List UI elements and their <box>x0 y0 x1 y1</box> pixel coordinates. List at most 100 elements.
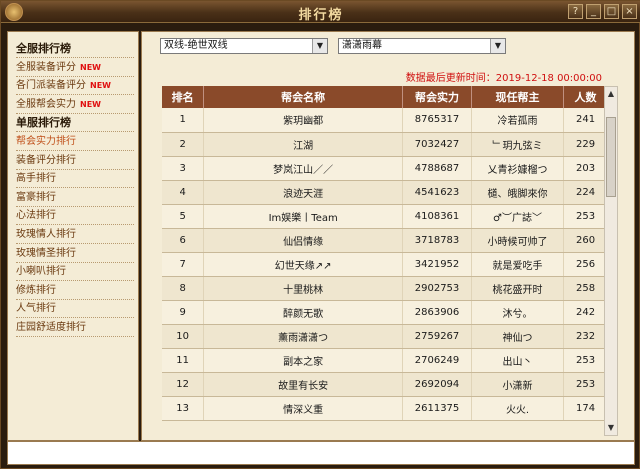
table-cell: 229 <box>563 132 608 157</box>
sidebar-item[interactable]: 小喇叭排行 <box>16 263 134 282</box>
table-row[interactable]: 11 副本之家 2706249 出山丶 253 <box>162 348 608 373</box>
sidebar-item-label: 心法排行 <box>16 210 56 222</box>
server-group-select[interactable]: 双线-绝世双线 ▼ <box>160 38 328 54</box>
new-badge: NEW <box>90 81 111 91</box>
chevron-down-icon[interactable]: ▼ <box>490 39 505 53</box>
chevron-down-icon[interactable]: ▼ <box>312 39 327 53</box>
sidebar-item-label: 高手排行 <box>16 173 56 185</box>
table-cell: 2706249 <box>402 348 473 373</box>
sidebar-item-label: 玫瑰情圣排行 <box>16 247 76 259</box>
restore-button[interactable]: □ <box>604 4 619 19</box>
table-row[interactable]: 5 Im娱樂丨Team 4108361 ♂︶广誌﹀ 253 <box>162 204 608 229</box>
table-row[interactable]: 13 情深义重 2611375 火火. 174 <box>162 396 608 421</box>
table-row[interactable]: 1 紫玥幽都 8765317 冷若孤雨 241 <box>162 108 608 133</box>
table-cell: 4788687 <box>402 156 473 181</box>
table-cell: 2759267 <box>402 324 473 349</box>
table-cell: 2902753 <box>402 276 473 301</box>
table-header-row: 排名 帮会名称 帮会实力 现任帮主 人数 <box>162 86 608 108</box>
scroll-thumb[interactable] <box>606 117 616 197</box>
title-bar: 排行榜 ? _ □ × <box>1 1 640 23</box>
table-cell: 1 <box>162 108 205 133</box>
table-cell: 出山丶 <box>471 348 565 373</box>
sidebar-item-label: 富豪排行 <box>16 191 56 203</box>
sidebar-item[interactable]: 人气排行 <box>16 300 134 319</box>
sidebar-item[interactable]: 全服帮会实力 NEW <box>16 96 134 114</box>
table-cell: 2611375 <box>402 396 473 421</box>
table-cell: 224 <box>563 180 608 205</box>
table-cell: 12 <box>162 372 205 397</box>
table-cell: 8765317 <box>402 108 473 133</box>
table-cell: 253 <box>563 348 608 373</box>
column-header[interactable]: 帮会名称 <box>203 86 404 108</box>
new-badge: NEW <box>80 99 101 109</box>
help-button[interactable]: ? <box>568 4 583 19</box>
table-row[interactable]: 12 故里有长安 2692094 小潇新 253 <box>162 372 608 397</box>
table-cell: 桃花盛开时 <box>471 276 565 301</box>
table-cell: 11 <box>162 348 205 373</box>
table-row[interactable]: 9 醉颜无歌 2863906 沐兮。 242 <box>162 300 608 325</box>
table-cell: 梦岚江山／／ <box>203 156 404 181</box>
sidebar-item-label: 单服排行榜 <box>16 116 71 130</box>
column-header[interactable]: 人数 <box>563 86 608 108</box>
table-row[interactable]: 10 薰雨潇潇つ 2759267 神仙つ 232 <box>162 324 608 349</box>
table-cell: 2 <box>162 132 205 157</box>
table-cell: 8 <box>162 276 205 301</box>
sidebar-item: 全服排行榜 <box>16 40 134 58</box>
sidebar-item[interactable]: 全服装备评分 NEW <box>16 59 134 77</box>
table-cell: 江湖 <box>203 132 404 157</box>
sidebar-item[interactable]: 装备评分排行 <box>16 152 134 170</box>
table-cell: 薰雨潇潇つ <box>203 324 404 349</box>
table-row[interactable]: 8 十里桃林 2902753 桃花盛开时 258 <box>162 276 608 301</box>
table-cell: 情深义重 <box>203 396 404 421</box>
sidebar-item[interactable]: 帮会实力排行 <box>16 133 134 151</box>
column-header[interactable]: 帮会实力 <box>402 86 473 108</box>
table-cell: 就是爱吃手 <box>471 252 565 277</box>
server-value: 潇潇雨幕 <box>342 40 382 51</box>
column-header[interactable]: 现任帮主 <box>471 86 565 108</box>
table-cell: 3 <box>162 156 205 181</box>
scroll-down-icon[interactable]: ▼ <box>605 421 617 435</box>
table-cell: 253 <box>563 372 608 397</box>
sidebar-item[interactable]: 庄园舒适度排行 <box>16 319 134 337</box>
sidebar-item[interactable]: 富豪排行 <box>16 189 134 207</box>
scroll-up-icon[interactable]: ▲ <box>605 87 617 101</box>
sidebar-item[interactable]: 玫瑰情圣排行 <box>16 245 134 263</box>
table-cell: 小潇新 <box>471 372 565 397</box>
table-cell: 203 <box>563 156 608 181</box>
table-cell: 253 <box>563 204 608 229</box>
sidebar-item[interactable]: 玫瑰情人排行 <box>16 226 134 244</box>
main-panel: 双线-绝世双线 ▼ 潇潇雨幕 ▼ 数据最后更新时间：2019-12-18 00:… <box>141 31 635 441</box>
table-cell: 紫玥幽都 <box>203 108 404 133</box>
table-cell: 5 <box>162 204 205 229</box>
vertical-scrollbar[interactable]: ▲ ▼ <box>604 86 618 436</box>
server-select[interactable]: 潇潇雨幕 ▼ <box>338 38 506 54</box>
table-cell: 7032427 <box>402 132 473 157</box>
ranking-window: 排行榜 ? _ □ × 全服排行榜 全服装备评分 NEW 各门派装备评分 NEW 全服帮会… <box>0 0 640 469</box>
column-header[interactable]: 排名 <box>162 86 205 108</box>
table-row[interactable]: 7 幻世天缘↗↗ 3421952 就是爱吃手 256 <box>162 252 608 277</box>
sidebar-item[interactable]: 心法排行 <box>16 207 134 226</box>
table-cell: 十里桃林 <box>203 276 404 301</box>
table-cell: 9 <box>162 300 205 325</box>
sidebar-item-label: 全服帮会实力 <box>16 98 76 110</box>
table-row[interactable]: 4 浪迹天涯 4541623 檤、皒脚來你 224 <box>162 180 608 205</box>
sidebar-item[interactable]: 高手排行 <box>16 170 134 189</box>
table-cell: 神仙つ <box>471 324 565 349</box>
sidebar-item-label: 人气排行 <box>16 303 56 315</box>
bottom-bar <box>7 441 635 465</box>
sidebar-item[interactable]: 修炼排行 <box>16 282 134 300</box>
table-cell: 3421952 <box>402 252 473 277</box>
minimize-button[interactable]: _ <box>586 4 601 19</box>
table-row[interactable]: 6 仙侣情缘 3718783 小時候可帅了 260 <box>162 228 608 253</box>
sidebar-item[interactable]: 各门派装备评分 NEW <box>16 77 134 96</box>
last-updated-text: 数据最后更新时间：2019-12-18 00:00:00 <box>405 73 602 84</box>
table-cell: 258 <box>563 276 608 301</box>
close-button[interactable]: × <box>622 4 637 19</box>
table-row[interactable]: 2 江湖 7032427 ﹂玥九弦ミ 229 <box>162 132 608 157</box>
table-row[interactable]: 3 梦岚江山／／ 4788687 乂青衫嫝榴つ 203 <box>162 156 608 181</box>
table-cell: 乂青衫嫝榴つ <box>471 156 565 181</box>
table-cell: 242 <box>563 300 608 325</box>
sidebar-item-label: 修炼排行 <box>16 284 56 296</box>
table-cell: 6 <box>162 228 205 253</box>
table-cell: 3718783 <box>402 228 473 253</box>
